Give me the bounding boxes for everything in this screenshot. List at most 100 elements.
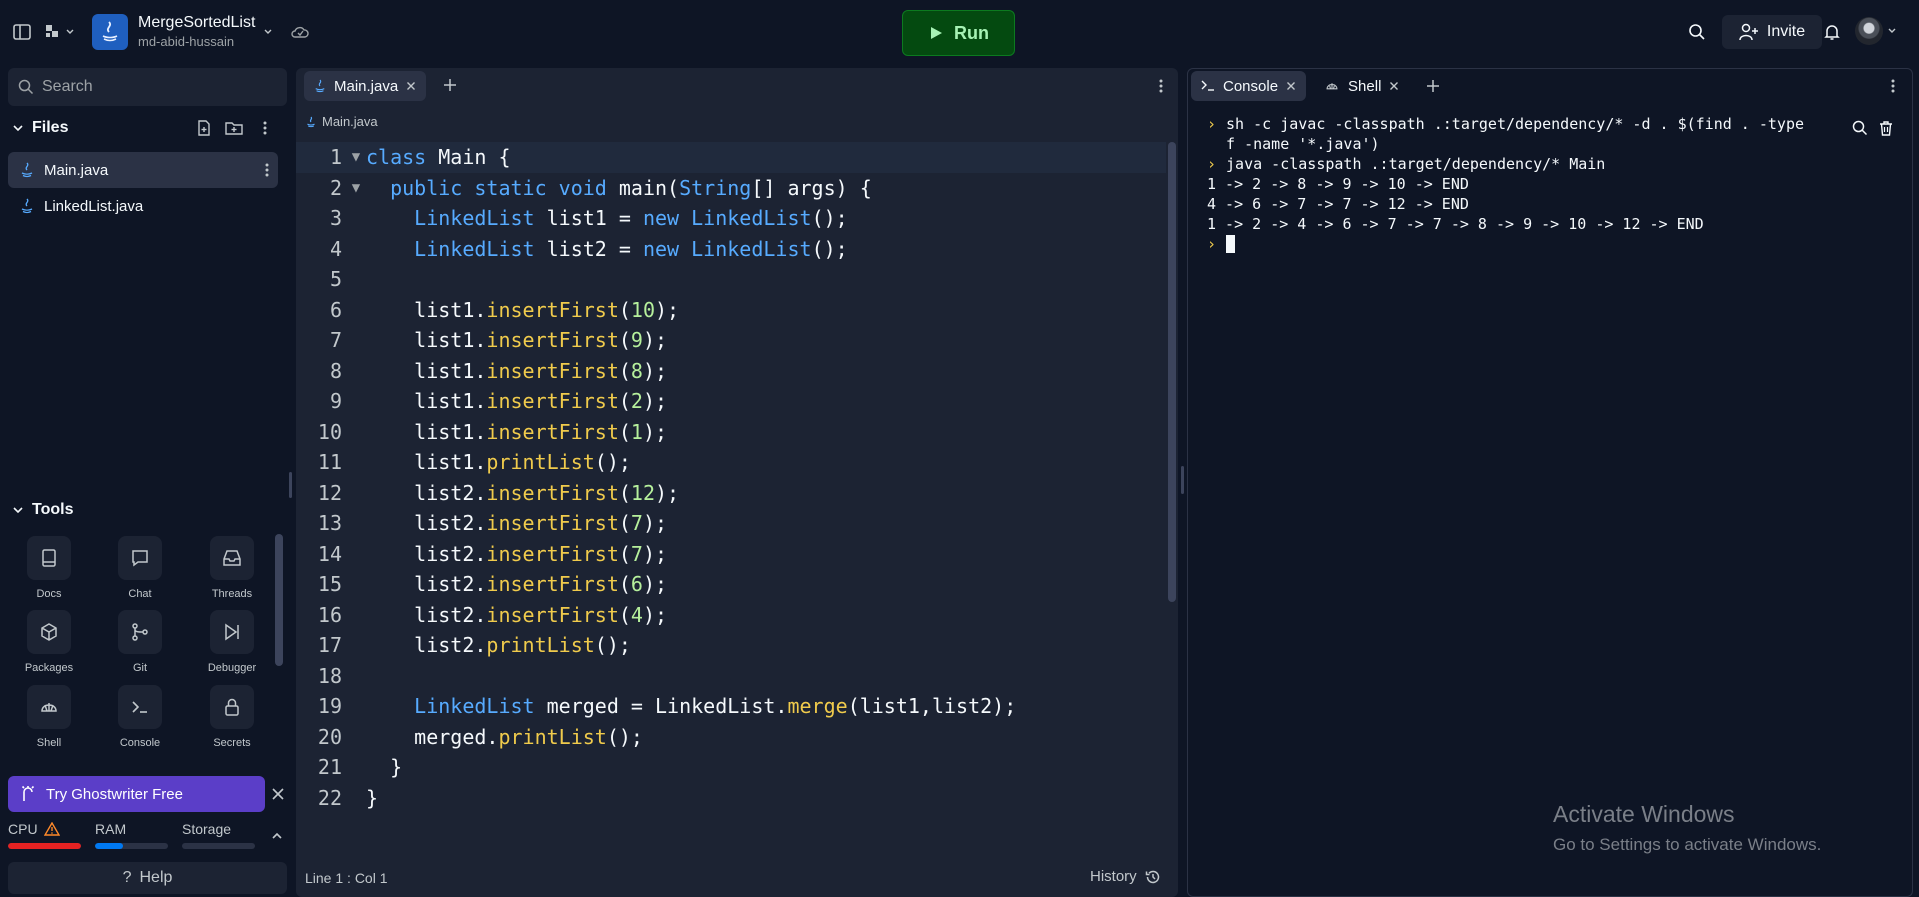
code-line[interactable]: 18 (296, 661, 1166, 692)
tools-section-header[interactable]: Tools (12, 501, 73, 519)
shell-icon (1326, 83, 1338, 90)
new-folder-icon[interactable] (225, 120, 243, 136)
breadcrumb[interactable]: Main.java (306, 114, 378, 129)
code-line[interactable]: 14 list2.insertFirst(7); (296, 539, 1166, 570)
code-line[interactable]: 9 list1.insertFirst(2); (296, 386, 1166, 417)
line-number: 8 (329, 358, 342, 383)
file-item-linkedlist-java[interactable]: LinkedList.java (8, 188, 278, 224)
pane-resize-handle[interactable] (1181, 466, 1184, 494)
cursor-position[interactable]: Line 1 : Col 1 (305, 870, 388, 886)
tab-main-java[interactable]: Main.java (304, 71, 427, 101)
code-line[interactable]: 8 list1.insertFirst(8); (296, 356, 1166, 387)
files-more-icon[interactable] (262, 120, 268, 136)
ghostwriter-icon (21, 785, 35, 801)
tools-scrollbar[interactable] (275, 534, 283, 666)
chevron-up-icon[interactable] (270, 830, 284, 842)
fold-chevron-icon[interactable]: ▼ (346, 173, 366, 204)
tool-chat[interactable]: Chat (95, 536, 185, 600)
fold-chevron-icon (346, 661, 366, 692)
line-number: 18 (317, 663, 342, 688)
user-avatar[interactable] (1855, 17, 1897, 45)
project-chevron-icon[interactable] (262, 26, 274, 38)
shell-icon (41, 703, 57, 712)
code-line[interactable]: 1 ▼ class Main { (296, 142, 1166, 173)
help-button[interactable]: ? Help (8, 862, 287, 894)
code-line[interactable]: 5 (296, 264, 1166, 295)
code-line[interactable]: 20 merged.printList(); (296, 722, 1166, 753)
close-icon[interactable] (271, 787, 285, 801)
tool-debugger[interactable]: Debugger (187, 610, 277, 674)
search-icon[interactable] (1683, 18, 1711, 46)
code-line[interactable]: 19 LinkedList merged = LinkedList.merge(… (296, 691, 1166, 722)
fold-chevron-icon[interactable]: ▼ (346, 142, 366, 173)
tool-docs[interactable]: Docs (4, 536, 94, 600)
tool-shell[interactable]: Shell (4, 685, 94, 749)
code-line[interactable]: 10 list1.insertFirst(1); (296, 417, 1166, 448)
add-tab-icon[interactable] (1425, 78, 1441, 94)
history-button[interactable]: History (1090, 868, 1161, 885)
console-more-icon[interactable] (1890, 78, 1896, 94)
project-name[interactable]: MergeSortedList (138, 14, 255, 32)
code-line[interactable]: 13 list2.insertFirst(7); (296, 508, 1166, 539)
code-line[interactable]: 12 list2.insertFirst(12); (296, 478, 1166, 509)
repl-menu-icon[interactable] (42, 18, 78, 46)
editor-more-icon[interactable] (1158, 78, 1164, 94)
tab-shell[interactable]: Shell (1314, 71, 1409, 101)
editor-scrollbar[interactable] (1168, 142, 1176, 602)
file-item-main-java[interactable]: Main.java (8, 152, 278, 188)
console-input-line[interactable]: › (1207, 234, 1897, 254)
ghostwriter-button[interactable]: Try Ghostwriter Free (8, 776, 265, 812)
tool-git[interactable]: Git (95, 610, 185, 674)
project-avatar[interactable] (92, 14, 128, 50)
add-tab-icon[interactable] (442, 77, 458, 93)
code-line[interactable]: 11 list1.printList(); (296, 447, 1166, 478)
code-line[interactable]: 3 LinkedList list1 = new LinkedList(); (296, 203, 1166, 234)
sidebar-toggle-icon[interactable] (8, 18, 36, 46)
bell-icon[interactable] (1818, 18, 1846, 46)
tool-threads[interactable]: Threads (187, 536, 277, 600)
ghostwriter-label: Try Ghostwriter Free (46, 785, 183, 803)
console-output-line: 1 -> 2 -> 4 -> 6 -> 7 -> 7 -> 8 -> 9 -> … (1207, 215, 1704, 233)
files-section-header[interactable]: Files (12, 119, 68, 137)
code-text: list2.insertFirst(4); (366, 602, 668, 627)
code-line[interactable]: 16 list2.insertFirst(4); (296, 600, 1166, 631)
tool-secrets[interactable]: Secrets (187, 685, 277, 749)
tool-packages[interactable]: Packages (4, 610, 94, 674)
code-line[interactable]: 21 } (296, 752, 1166, 783)
code-line[interactable]: 17 list2.printList(); (296, 630, 1166, 661)
new-file-icon[interactable] (196, 120, 212, 136)
code-text: list2.insertFirst(7); (366, 541, 668, 566)
prompt-icon: › (1207, 235, 1217, 253)
search-icon[interactable] (1852, 120, 1868, 136)
terminal-icon (132, 701, 147, 713)
invite-button[interactable]: Invite (1722, 15, 1822, 49)
fold-chevron-icon (346, 356, 366, 387)
close-icon[interactable] (406, 81, 416, 91)
run-button[interactable]: Run (902, 10, 1015, 56)
trash-icon[interactable] (1878, 120, 1894, 136)
code-line[interactable]: 2 ▼ public static void main(String[] args… (296, 173, 1166, 204)
close-icon[interactable] (1286, 81, 1296, 91)
tool-console[interactable]: Console (95, 685, 185, 749)
code-line[interactable]: 6 list1.insertFirst(10); (296, 295, 1166, 326)
console-output[interactable]: › sh -c javac -classpath .:target/depend… (1207, 114, 1897, 254)
code-editor[interactable]: 1 ▼ class Main {2 ▼ public static void main… (296, 142, 1166, 842)
code-text: } (366, 785, 379, 810)
line-number: 6 (329, 297, 342, 322)
search-input[interactable]: Search (8, 68, 287, 106)
code-line[interactable]: 7 list1.insertFirst(9); (296, 325, 1166, 356)
chevron-down-icon (13, 507, 23, 514)
cloud-sync-icon[interactable] (290, 22, 310, 42)
file-more-icon[interactable] (264, 162, 270, 178)
code-line[interactable]: 22} (296, 783, 1166, 814)
sidebar-resize-handle[interactable] (289, 472, 292, 498)
search-placeholder: Search (42, 78, 93, 95)
line-number: 9 (329, 389, 342, 413)
tab-console[interactable]: Console (1191, 71, 1307, 101)
line-number: 16 (317, 602, 342, 627)
code-line[interactable]: 4 LinkedList list2 = new LinkedList(); (296, 234, 1166, 265)
close-icon[interactable] (1389, 81, 1399, 91)
project-owner[interactable]: md-abid-hussain (138, 34, 234, 49)
fold-chevron-icon (346, 691, 366, 722)
code-line[interactable]: 15 list2.insertFirst(6); (296, 569, 1166, 600)
